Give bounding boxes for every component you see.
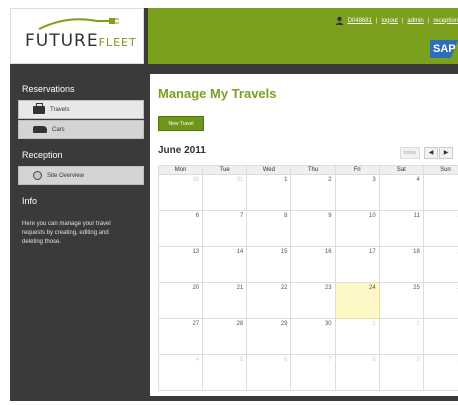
sidebar-item-label: Travels	[50, 106, 70, 113]
weekday-header-row: Mon Tue Wed Thu Fri Sat Sun	[157, 165, 458, 175]
weekday-header: Sat	[378, 165, 424, 175]
calendar-day[interactable]: 21	[202, 282, 248, 319]
calendar-day[interactable]: 9	[378, 354, 424, 391]
calendar-day[interactable]: 1	[334, 318, 380, 355]
calendar-day[interactable]: 15	[246, 246, 292, 283]
calendar-week: 27 28 29 30 1 2 3	[157, 318, 458, 355]
info-heading: Info	[22, 196, 38, 206]
calendar-day[interactable]: 23	[290, 282, 336, 319]
logo-fleet: FLEET	[98, 36, 137, 49]
sidebar-item-label: Cars	[52, 126, 65, 133]
calendar-day[interactable]: 4	[157, 354, 204, 391]
next-month-button[interactable]: ▶	[439, 147, 453, 159]
page-title: Manage My Travels	[158, 86, 277, 101]
weekday-header: Thu	[290, 165, 336, 175]
calendar-day[interactable]: 8	[334, 354, 380, 391]
calendar-day[interactable]: 1	[246, 174, 292, 211]
sidebar-item-label: Site Overview	[47, 172, 85, 179]
user-link[interactable]: D048681	[348, 18, 372, 24]
header-divider	[10, 64, 458, 74]
calendar-day[interactable]: 17	[334, 246, 380, 283]
calendar-day[interactable]: 10	[422, 354, 458, 391]
calendar-day[interactable]: 19	[422, 246, 458, 283]
calendar-day[interactable]: 6	[157, 210, 204, 247]
new-travel-button[interactable]: New Travel	[158, 116, 204, 131]
calendar-day[interactable]: 27	[157, 318, 204, 355]
calendar-day[interactable]: 20	[157, 282, 204, 319]
user-icon	[335, 16, 344, 25]
separator: |	[427, 17, 430, 24]
reservations-heading: Reservations	[22, 84, 75, 94]
calendar-week: 30 31 1 2 3 4 5	[157, 174, 458, 211]
reception-heading: Reception	[22, 150, 63, 160]
prev-month-button[interactable]: ◀	[424, 147, 438, 159]
calendar-week: 4 5 6 7 8 9 10	[157, 354, 458, 391]
calendar-day[interactable]: 13	[157, 246, 204, 283]
calendar-day[interactable]: 22	[246, 282, 292, 319]
calendar-day[interactable]: 5	[422, 174, 458, 211]
sidebar: Reservations Travels Cars Reception Site…	[10, 74, 148, 401]
calendar-day[interactable]: 5	[202, 354, 248, 391]
calendar-day[interactable]: 12	[422, 210, 458, 247]
calendar-day[interactable]: 3	[422, 318, 458, 355]
calendar-day-today[interactable]: 24	[334, 282, 380, 319]
calendar-day[interactable]: 30	[290, 318, 336, 355]
reception-link[interactable]: reception	[433, 18, 458, 24]
weekday-header: Wed	[246, 165, 292, 175]
calendar-grid: Mon Tue Wed Thu Fri Sat Sun 30 31 1 2 3 …	[157, 165, 458, 391]
today-button[interactable]: today	[400, 147, 420, 159]
calendar-day[interactable]: 9	[290, 210, 336, 247]
calendar-day[interactable]: 7	[202, 210, 248, 247]
calendar-month-title: June 2011	[158, 145, 206, 156]
sidebar-item-cars[interactable]: Cars	[18, 120, 144, 139]
weekday-header: Mon	[157, 165, 204, 175]
calendar-day[interactable]: 7	[290, 354, 336, 391]
separator: |	[401, 17, 404, 24]
calendar-day[interactable]: 29	[246, 318, 292, 355]
weekday-header: Sun	[422, 165, 458, 175]
calendar-day[interactable]: 6	[246, 354, 292, 391]
user-menu: D048681 | logout | admin | reception	[335, 16, 458, 25]
sidebar-item-travels[interactable]: Travels	[18, 100, 144, 119]
calendar-day[interactable]: 10	[334, 210, 380, 247]
weekday-header: Fri	[334, 165, 380, 175]
logout-link[interactable]: logout	[381, 18, 397, 24]
weekday-header: Tue	[202, 165, 248, 175]
logo-future: FUTURE	[25, 31, 99, 51]
calendar-week: 13 14 15 16 17 18 19	[157, 246, 458, 283]
admin-link[interactable]: admin	[407, 18, 423, 24]
logo[interactable]: FUTUREFLEET	[10, 8, 144, 64]
calendar-day[interactable]: 8	[246, 210, 292, 247]
logo-text: FUTUREFLEET	[25, 31, 137, 51]
header-bar: D048681 | logout | admin | reception SAP	[148, 8, 458, 64]
calendar-day[interactable]: 31	[202, 174, 248, 211]
separator: |	[375, 17, 378, 24]
globe-icon	[33, 171, 42, 180]
calendar-day[interactable]: 30	[157, 174, 204, 211]
sap-logo: SAP	[430, 40, 458, 58]
briefcase-icon	[33, 102, 45, 114]
calendar-day[interactable]: 25	[378, 282, 424, 319]
calendar-day[interactable]: 11	[378, 210, 424, 247]
calendar-day[interactable]: 4	[378, 174, 424, 211]
calendar-day[interactable]: 2	[378, 318, 424, 355]
calendar-day[interactable]: 28	[202, 318, 248, 355]
calendar-day[interactable]: 16	[290, 246, 336, 283]
calendar-day[interactable]: 18	[378, 246, 424, 283]
main-content: Manage My Travels New Travel June 2011 t…	[150, 74, 458, 396]
calendar-day[interactable]: 26	[422, 282, 458, 319]
calendar-week: 6 7 8 9 10 11 12	[157, 210, 458, 247]
calendar-day[interactable]: 3	[334, 174, 380, 211]
cars-icon	[33, 126, 47, 133]
sidebar-item-site-overview[interactable]: Site Overview	[18, 166, 144, 185]
calendar-day[interactable]: 14	[202, 246, 248, 283]
info-text: Here you can manage your travel requests…	[22, 221, 111, 245]
calendar-day[interactable]: 2	[290, 174, 336, 211]
plug-swoosh-icon	[38, 18, 119, 30]
calendar-week: 20 21 22 23 24 25 26	[157, 282, 458, 319]
